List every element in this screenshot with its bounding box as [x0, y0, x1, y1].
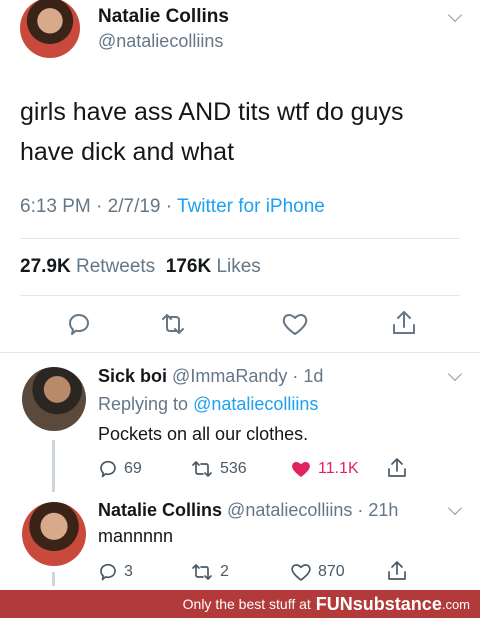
- footer-brand: FUNsubstance: [315, 593, 442, 614]
- reply-text: Pockets on all our clothes.: [98, 424, 309, 444]
- chevron-down-icon[interactable]: [447, 500, 463, 516]
- reply-count: 3: [124, 563, 133, 580]
- reply-header: Natalie Collins @nataliecolliins · 21h: [98, 500, 399, 520]
- reply-author-name[interactable]: Sick boi: [98, 366, 167, 386]
- reply-count: 69: [124, 460, 142, 477]
- reply-icon[interactable]: [66, 311, 92, 337]
- retweet-count: 536: [220, 460, 247, 477]
- reply-author-handle[interactable]: @nataliecolliins: [227, 500, 352, 520]
- thread-line: [52, 440, 55, 492]
- replying-to: Replying to @nataliecolliins: [98, 394, 319, 414]
- retweet-count: 2: [220, 563, 229, 580]
- reply-icon: [100, 460, 116, 478]
- reply-age: 1d: [303, 366, 324, 386]
- reply-action[interactable]: 69: [98, 459, 142, 479]
- footer-tld: .com: [441, 596, 470, 612]
- tweet-time: 6:13 PM: [20, 196, 91, 217]
- retweet-action[interactable]: 536: [190, 459, 247, 479]
- likes-count[interactable]: 176K: [166, 256, 211, 277]
- reply-icon: [100, 563, 116, 581]
- thread-line: [52, 572, 55, 586]
- author-handle[interactable]: @nataliecolliins: [98, 31, 223, 52]
- watermark-footer: Only the best stuff at FUNsubstance .com: [0, 590, 480, 618]
- reply-header: Sick boi @ImmaRandy · 1d: [98, 366, 324, 386]
- reply-avatar[interactable]: [22, 367, 86, 431]
- tweet-meta: 6:13 PM · 2/7/19 · Twitter for iPhone: [20, 196, 325, 217]
- reply-age: 21h: [368, 500, 399, 520]
- reply-avatar[interactable]: [22, 502, 86, 566]
- tweet-date: 2/7/19: [107, 196, 161, 217]
- like-icon[interactable]: [281, 311, 309, 337]
- author-avatar[interactable]: [20, 0, 80, 58]
- chevron-down-icon[interactable]: [447, 366, 463, 382]
- retweet-icon: [192, 564, 212, 580]
- author-name[interactable]: Natalie Collins: [98, 6, 229, 28]
- footer-tagline: Only the best stuff at: [182, 596, 311, 612]
- retweet-action[interactable]: 2: [190, 562, 229, 582]
- tweet-text: girls have ass AND tits wtf do guys have…: [20, 98, 404, 166]
- replying-to-mention[interactable]: @nataliecolliins: [193, 394, 318, 414]
- like-icon-filled: [292, 462, 310, 477]
- like-count: 870: [318, 563, 345, 580]
- likes-label[interactable]: Likes: [216, 256, 260, 277]
- chevron-down-icon[interactable]: [447, 7, 463, 23]
- like-action[interactable]: 11.1K: [290, 459, 359, 479]
- share-icon[interactable]: [391, 309, 417, 337]
- like-count: 11.1K: [318, 460, 359, 477]
- like-action[interactable]: 870: [290, 562, 345, 582]
- reply-action[interactable]: 3: [98, 562, 133, 582]
- reply-author-handle[interactable]: @ImmaRandy: [172, 366, 287, 386]
- retweet-icon[interactable]: [158, 311, 188, 337]
- retweets-count[interactable]: 27.9K: [20, 256, 71, 277]
- retweets-label[interactable]: Retweets: [76, 256, 155, 277]
- tweet-stats: 27.9K Retweets 176K Likes: [20, 256, 261, 278]
- retweet-icon: [192, 461, 212, 477]
- reply-text: mannnnn: [98, 526, 174, 546]
- reply-author-name[interactable]: Natalie Collins: [98, 500, 222, 520]
- like-icon: [291, 564, 311, 581]
- share-icon[interactable]: [386, 560, 408, 582]
- tweet-client[interactable]: Twitter for iPhone: [177, 196, 325, 217]
- share-icon[interactable]: [386, 457, 408, 479]
